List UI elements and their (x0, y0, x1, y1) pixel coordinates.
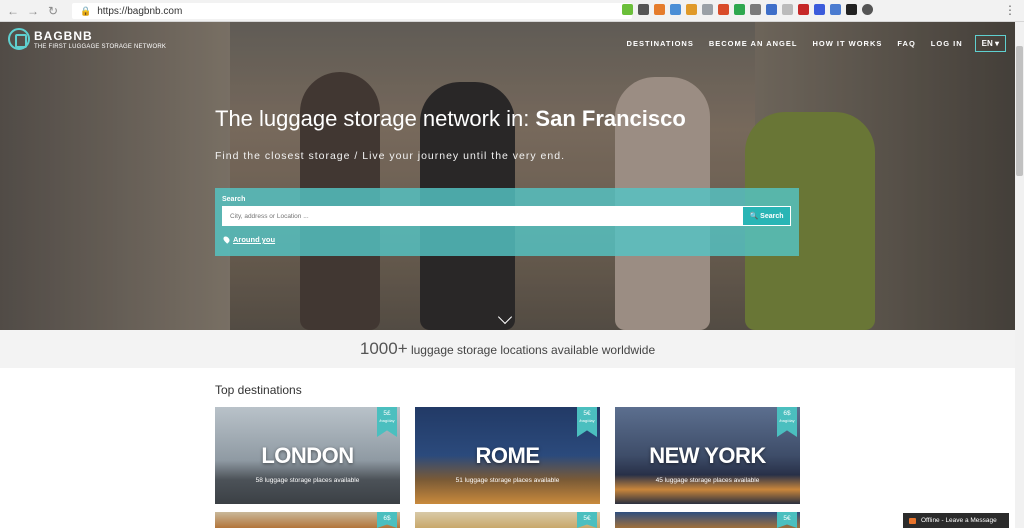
url-text: https://bagbnb.com (97, 5, 183, 17)
extension-icon[interactable] (830, 4, 841, 15)
nav-destinations[interactable]: DESTINATIONS (627, 39, 694, 48)
address-bar[interactable]: 🔒 https://bagbnb.com (72, 3, 632, 19)
price-ribbon: 6$ (377, 512, 397, 528)
lock-icon: 🔒 (80, 5, 92, 16)
stats-label: luggage storage locations available worl… (407, 343, 656, 357)
destination-card[interactable]: 6$ (215, 512, 400, 528)
reload-icon[interactable]: ↻ (46, 4, 60, 18)
destination-card-london[interactable]: 5£ /bag/day LONDON 58 luggage storage pl… (215, 407, 400, 504)
nav-faq[interactable]: FAQ (897, 39, 915, 48)
brand-logo[interactable]: BAGBNB THE FIRST LUGGAGE STORAGE NETWORK (8, 28, 166, 50)
extension-icon[interactable] (622, 4, 633, 15)
scrollbar[interactable] (1015, 22, 1024, 528)
price-ribbon: 5£ /bag/day (377, 407, 397, 437)
destination-card-rome[interactable]: 5€ /bag/day ROME 51 luggage storage plac… (415, 407, 600, 504)
chat-widget[interactable]: Offline - Leave a Message (903, 513, 1009, 528)
search-label: Search (222, 196, 246, 203)
hero-subline: Find the closest storage / Live your jou… (215, 150, 565, 162)
price-unit: /bag/day (379, 418, 395, 423)
luggage-icon (8, 28, 30, 50)
search-panel: Search 🔍 Search Around you (215, 188, 799, 256)
price: 5€ (583, 515, 591, 522)
stats-band: 1000+ luggage storage locations availabl… (0, 330, 1015, 368)
price-ribbon: 5€ /bag/day (577, 407, 597, 437)
extension-icon[interactable] (814, 4, 825, 15)
extension-icon[interactable] (638, 4, 649, 15)
destination-card[interactable]: 5€ (415, 512, 600, 528)
nav-become-an-angel[interactable]: BECOME AN ANGEL (709, 39, 798, 48)
section-title: Top destinations (215, 383, 302, 397)
price-unit: /bag/day (779, 418, 795, 423)
card-city: LONDON (261, 443, 354, 468)
language-select[interactable]: EN ▾ (974, 35, 1006, 52)
price-ribbon: 5€ (577, 512, 597, 528)
price: 5€ (583, 410, 591, 417)
price: 5£ (383, 410, 391, 417)
extension-icon[interactable] (670, 4, 681, 15)
extension-icon[interactable] (702, 4, 713, 15)
extension-icon[interactable] (734, 4, 745, 15)
extension-icons (622, 4, 873, 15)
extension-icon[interactable] (782, 4, 793, 15)
extension-icon[interactable] (846, 4, 857, 15)
headline-prefix: The luggage storage network in: (215, 106, 536, 131)
brand-tagline: THE FIRST LUGGAGE STORAGE NETWORK (34, 43, 167, 50)
headline-city: San Francisco (535, 106, 686, 131)
stats-count: 1000+ (359, 339, 408, 358)
menu-icon[interactable]: ⋮ (1004, 3, 1016, 17)
price-ribbon: 6$ /bag/day (777, 407, 797, 437)
price: 5€ (783, 515, 791, 522)
extension-icon[interactable] (654, 4, 665, 15)
stats-text: 1000+ luggage storage locations availabl… (0, 339, 1015, 359)
extension-icon[interactable] (750, 4, 761, 15)
profile-icon[interactable] (862, 4, 873, 15)
card-places: 45 luggage storage places available (655, 477, 760, 484)
around-you-label: Around you (233, 235, 276, 244)
scrollbar-thumb[interactable] (1016, 46, 1023, 176)
card-city: ROME (475, 443, 541, 468)
chat-icon (909, 517, 916, 524)
chat-label: Offline - Leave a Message (921, 517, 997, 524)
extension-icon[interactable] (718, 4, 729, 15)
browser-toolbar: ← → ↻ 🔒 https://bagbnb.com ⋮ (0, 0, 1024, 22)
destination-card-new-york[interactable]: 6$ /bag/day NEW YORK 45 luggage storage … (615, 407, 800, 504)
nav-log-in[interactable]: LOG IN (931, 39, 963, 48)
nav-how-it-works[interactable]: HOW IT WORKS (812, 39, 882, 48)
main-nav: DESTINATIONS BECOME AN ANGEL HOW IT WORK… (612, 35, 1006, 52)
hero-section: BAGBNB THE FIRST LUGGAGE STORAGE NETWORK… (0, 22, 1015, 330)
price-unit: /bag/day (579, 418, 595, 423)
extension-icon[interactable] (766, 4, 777, 15)
extension-icon[interactable] (686, 4, 697, 15)
back-icon[interactable]: ← (6, 4, 20, 18)
search-input[interactable] (222, 206, 742, 226)
price: 6$ (783, 410, 791, 417)
hero-overlay (0, 22, 1015, 330)
price-ribbon: 5€ (777, 512, 797, 528)
forward-icon[interactable]: → (26, 4, 40, 18)
price: 6$ (383, 515, 391, 522)
hero-headline: The luggage storage network in: San Fran… (215, 106, 686, 132)
extension-icon[interactable] (798, 4, 809, 15)
search-button[interactable]: 🔍 Search (742, 206, 791, 226)
location-pin-icon (222, 235, 231, 244)
brand-name: BAGBNB (34, 28, 93, 43)
card-places: 51 luggage storage places available (455, 477, 560, 484)
card-city: NEW YORK (649, 443, 766, 468)
card-places: 58 luggage storage places available (255, 477, 360, 484)
destination-card[interactable]: 5€ (615, 512, 800, 528)
around-you-link[interactable]: Around you (222, 235, 276, 244)
